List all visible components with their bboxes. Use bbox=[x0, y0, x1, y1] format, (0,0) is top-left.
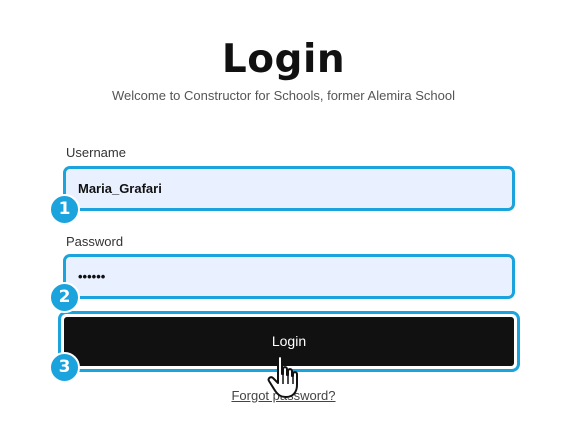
username-label: Username bbox=[66, 145, 126, 160]
password-label: Password bbox=[66, 234, 124, 249]
step-badge-3: 3 bbox=[49, 352, 80, 383]
page-subtitle: Welcome to Constructor for Schools, form… bbox=[112, 88, 455, 103]
step-badge-1: 1 bbox=[49, 194, 80, 225]
step-badge-2: 2 bbox=[49, 282, 80, 313]
pointer-hand-icon bbox=[267, 355, 298, 398]
username-value[interactable]: Maria_Grafari bbox=[78, 169, 500, 208]
page-title: Login bbox=[221, 37, 346, 82]
username-field[interactable]: Maria_Grafari bbox=[63, 166, 515, 211]
password-field[interactable]: •••••• bbox=[63, 254, 515, 299]
password-value[interactable]: •••••• bbox=[78, 257, 500, 296]
